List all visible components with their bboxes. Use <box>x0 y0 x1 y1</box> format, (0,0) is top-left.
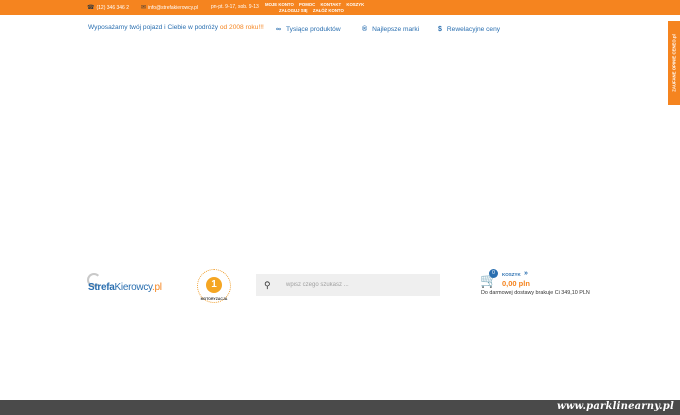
top-menu: MOJE KONTO POMOC KONTAKT KOSZYK ZALOGUJ … <box>265 2 385 14</box>
ceneo-opinions-label: ZAUFANE OPINIE CENEO.pl <box>671 34 677 92</box>
email-contact[interactable]: ✉ info@strefakierowcy.pl <box>141 4 199 12</box>
phone-icon: ☎ <box>87 5 95 11</box>
phone-number: (12) 346 346 2 <box>96 4 130 11</box>
cart-total: 0,00 pln <box>502 279 530 288</box>
feature-products: ∞ Tysiące produktów <box>276 26 341 33</box>
link-icon: ∞ <box>276 26 281 33</box>
site-logo[interactable]: StrefaKierowcy.pl <box>87 273 182 299</box>
opening-hours: pn-pt. 9-17, sob. 9-13 <box>211 4 259 10</box>
dollar-icon: $ <box>438 26 442 33</box>
search-input[interactable] <box>286 278 432 292</box>
opening-hours-text: pn-pt. 9-17, sob. 9-13 <box>211 4 259 10</box>
menu-item-account[interactable]: MOJE KONTO <box>265 2 294 7</box>
phone-contact[interactable]: ☎ (12) 346 346 2 <box>87 4 130 12</box>
cart-label[interactable]: KOSZYK <box>502 272 521 277</box>
badge-caption: MOTORYZACJA <box>200 297 228 301</box>
mail-icon: ✉ <box>141 5 147 11</box>
mini-cart[interactable]: 🛒 0 KOSZYK » 0,00 pln Do darmowej dostaw… <box>480 269 600 301</box>
email-address: info@strefakierowcy.pl <box>148 4 199 11</box>
tagline-text: Wyposażamy twój pojazd i Ciebie w podróż… <box>88 24 220 31</box>
cart-count-badge: 0 <box>489 269 498 278</box>
logo-text: StrefaKierowcy.pl <box>88 282 162 293</box>
ceneo-opinions-tab[interactable]: ZAUFANE OPINIE CENEO.pl <box>668 21 680 105</box>
feature-prices: $ Rewelacyjne ceny <box>438 26 500 33</box>
search-icon[interactable]: ⚲ <box>264 279 276 291</box>
menu-item-login[interactable]: ZALOGUJ SIĘ <box>279 8 308 13</box>
badge-number: 1 <box>206 277 222 293</box>
bottom-bar: www.parklinearny.pl <box>0 400 680 415</box>
page: ☎ (12) 346 346 2 ✉ info@strefakierowcy.p… <box>0 0 680 415</box>
tagline-since: od 2008 roku!!! <box>219 24 264 31</box>
logo-part-domain: .pl <box>151 282 162 293</box>
feature-label: Najlepsze marki <box>372 26 420 33</box>
menu-item-cart[interactable]: KOSZYK <box>346 2 364 7</box>
menu-item-help[interactable]: POMOC <box>299 2 315 7</box>
chevron-right-icon: » <box>524 270 528 277</box>
free-shipping-note: Do darmowej dostawy brakuje Ci 349,10 PL… <box>481 290 590 296</box>
search-box: ⚲ <box>256 274 440 296</box>
watermark: www.parklinearny.pl <box>557 401 674 412</box>
feature-label: Rewelacyjne ceny <box>446 26 501 33</box>
award-badge: 1 MOTORYZACJA <box>193 268 235 306</box>
registered-icon: ® <box>362 26 368 33</box>
tagline: Wyposażamy twój pojazd i Ciebie w podróż… <box>88 24 264 31</box>
menu-item-register[interactable]: ZAŁÓŻ KONTO <box>313 8 344 13</box>
feature-brands: ® Najlepsze marki <box>362 26 419 33</box>
top-bar: ☎ (12) 346 346 2 ✉ info@strefakierowcy.p… <box>0 0 680 15</box>
menu-item-contact[interactable]: KONTAKT <box>320 2 341 7</box>
logo-part-kierowcy: Kierowcy <box>114 282 153 293</box>
feature-label: Tysiące produktów <box>286 26 341 33</box>
logo-part-strefa: Strefa <box>88 282 115 293</box>
